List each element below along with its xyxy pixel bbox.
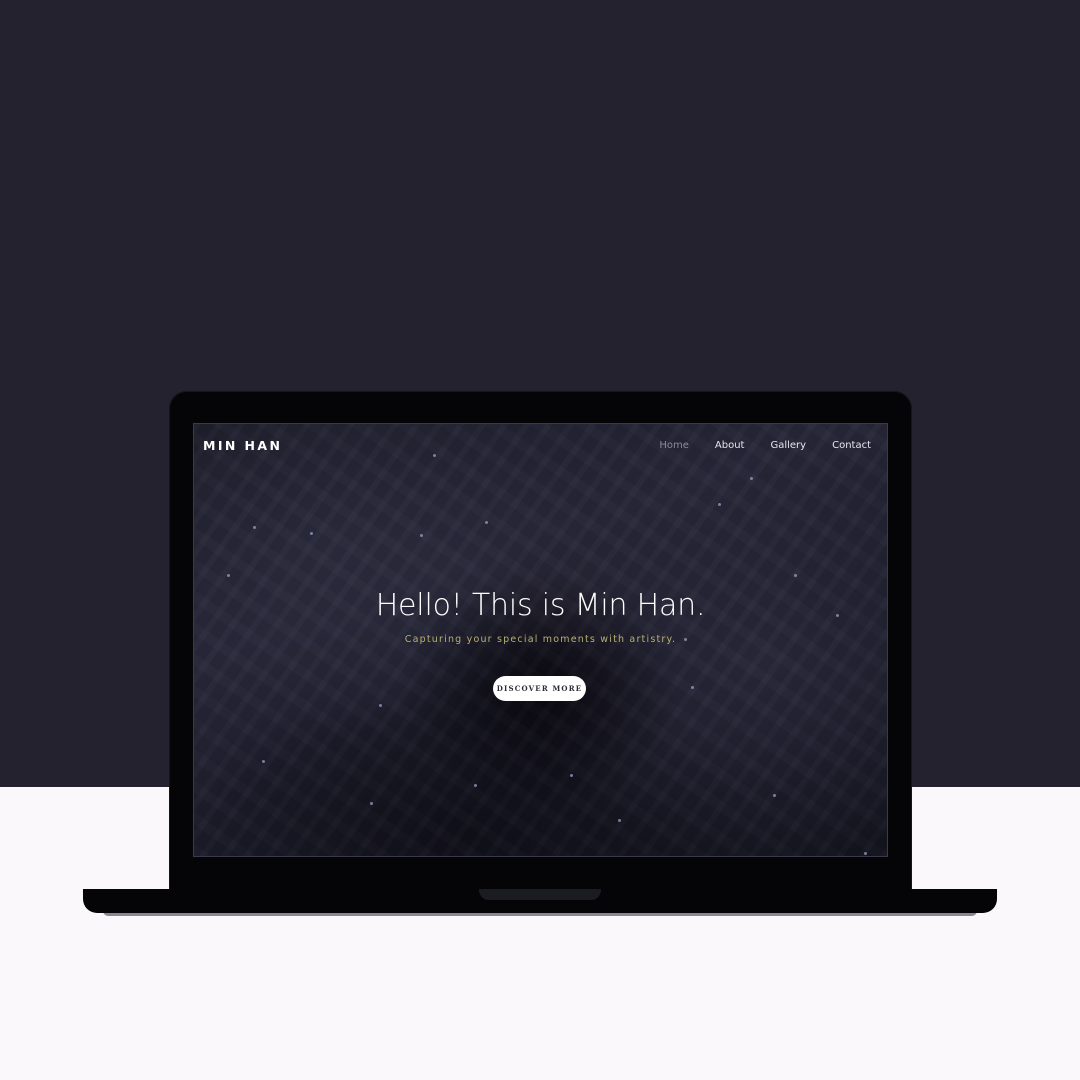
- star: [227, 574, 230, 577]
- main-nav: Home About Gallery Contact: [659, 440, 871, 451]
- star: [618, 819, 621, 822]
- star: [773, 794, 776, 797]
- star: [718, 503, 721, 506]
- star: [262, 760, 265, 763]
- laptop-notch: [479, 889, 601, 900]
- nav-contact[interactable]: Contact: [832, 440, 871, 451]
- nav-gallery[interactable]: Gallery: [770, 440, 806, 451]
- site-logo[interactable]: MIN HAN: [203, 438, 282, 453]
- star: [370, 802, 373, 805]
- star: [310, 532, 313, 535]
- nav-home[interactable]: Home: [659, 440, 689, 451]
- star: [794, 574, 797, 577]
- star: [420, 534, 423, 537]
- star: [253, 526, 256, 529]
- discover-more-button[interactable]: DISCOVER MORE: [493, 676, 586, 701]
- star: [485, 521, 488, 524]
- star: [864, 852, 867, 855]
- star: [379, 704, 382, 707]
- nav-about[interactable]: About: [715, 440, 745, 451]
- star: [691, 686, 694, 689]
- laptop-screen: MIN HAN Home About Gallery Contact Hello…: [193, 423, 888, 857]
- star: [570, 774, 573, 777]
- star: [433, 454, 436, 457]
- hero-title: Hello! This is Min Han.: [375, 588, 706, 623]
- hero-subtitle: Capturing your special moments with arti…: [404, 634, 677, 645]
- star: [750, 477, 753, 480]
- star: [474, 784, 477, 787]
